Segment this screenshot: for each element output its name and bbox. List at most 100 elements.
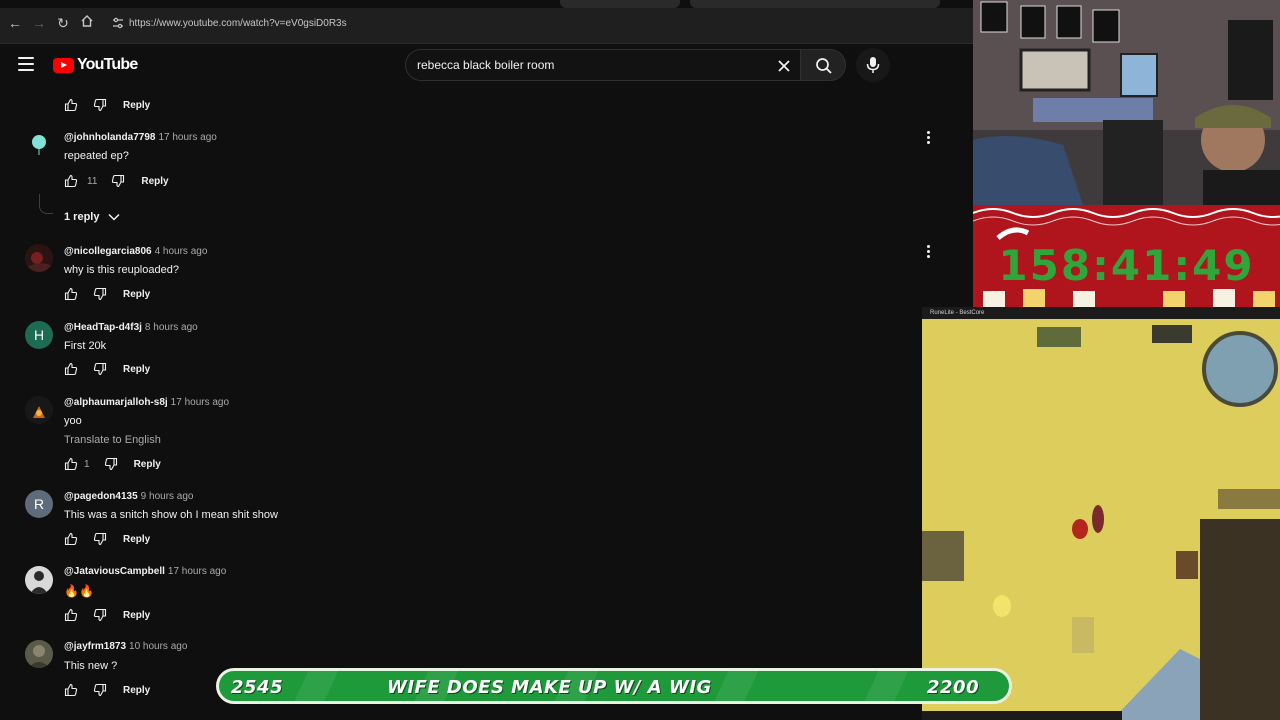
- forward-arrow-icon[interactable]: →: [30, 14, 48, 32]
- avatar[interactable]: H: [25, 321, 53, 349]
- like-icon[interactable]: [64, 683, 78, 697]
- comment-author[interactable]: @HeadTap-d4f3j: [64, 322, 142, 333]
- reply-button[interactable]: Reply: [123, 100, 150, 111]
- browser-toolbar: ← → ↻ https://www.youtube.com/watch?v=eV…: [0, 0, 975, 44]
- url-text: https://www.youtube.com/watch?v=eV0gsiD0…: [129, 18, 347, 29]
- voice-search-button[interactable]: [856, 48, 890, 82]
- comment-time[interactable]: 10 hours ago: [129, 641, 187, 652]
- comment-author[interactable]: @alphaumarjalloh-s8j: [64, 397, 168, 408]
- avatar[interactable]: [25, 244, 53, 272]
- screen: ← → ↻ https://www.youtube.com/watch?v=eV…: [0, 0, 1280, 720]
- comment-text: 🔥🔥: [64, 584, 94, 598]
- comment-header: @JataviousCampbell 17 hours ago: [64, 566, 226, 577]
- comment-header: @HeadTap-d4f3j 8 hours ago: [64, 322, 198, 333]
- reply-button[interactable]: Reply: [123, 289, 150, 300]
- tab-strip: [0, 0, 975, 8]
- like-count: 1: [84, 458, 90, 470]
- home-icon[interactable]: [78, 14, 96, 32]
- comment-time[interactable]: 17 hours ago: [171, 397, 229, 408]
- comment-time[interactable]: 17 hours ago: [168, 566, 226, 577]
- dislike-icon[interactable]: [93, 362, 107, 376]
- address-bar[interactable]: https://www.youtube.com/watch?v=eV0gsiD0…: [104, 13, 964, 37]
- comment-time[interactable]: 8 hours ago: [145, 322, 198, 333]
- reply-button[interactable]: Reply: [141, 176, 168, 187]
- back-arrow-icon[interactable]: ←: [6, 14, 24, 32]
- like-icon[interactable]: [64, 608, 78, 622]
- comment-text: First 20k: [64, 340, 107, 352]
- comment-time[interactable]: 9 hours ago: [141, 491, 194, 502]
- comment-actions: Reply: [64, 359, 150, 379]
- more-options-icon[interactable]: [925, 244, 931, 260]
- comment-author[interactable]: @johnholanda7798: [64, 132, 155, 143]
- search-button[interactable]: [800, 49, 846, 81]
- microphone-icon: [866, 57, 880, 73]
- dislike-icon[interactable]: [93, 608, 107, 622]
- comment-text: yoo: [64, 415, 82, 427]
- like-icon[interactable]: [64, 362, 78, 376]
- like-count: 11: [87, 175, 98, 187]
- more-options-icon[interactable]: [925, 130, 931, 146]
- reply-button[interactable]: Reply: [123, 534, 150, 545]
- comment-header: @johnholanda7798 17 hours ago: [64, 132, 217, 143]
- comment-actions: 1 Reply: [64, 454, 161, 474]
- youtube-logo[interactable]: YouTube: [53, 56, 138, 74]
- dislike-icon[interactable]: [93, 683, 107, 697]
- like-icon[interactable]: [64, 174, 78, 188]
- reply-button[interactable]: Reply: [123, 364, 150, 375]
- like-icon[interactable]: [64, 457, 78, 471]
- avatar[interactable]: [25, 396, 53, 424]
- thread-line: [39, 194, 53, 214]
- menu-icon[interactable]: [18, 57, 34, 71]
- avatar[interactable]: [25, 130, 53, 158]
- comment-time[interactable]: 17 hours ago: [158, 132, 216, 143]
- comment-time[interactable]: 4 hours ago: [155, 246, 208, 257]
- dislike-icon[interactable]: [93, 98, 107, 112]
- banner-goal-text: WIFE DOES MAKE UP W/ A WIG: [387, 677, 712, 698]
- like-icon[interactable]: [64, 287, 78, 301]
- comment-actions: Reply: [64, 529, 150, 549]
- search-input[interactable]: rebecca black boiler room: [405, 49, 800, 81]
- youtube-header: YouTube rebecca black boiler room: [0, 44, 960, 86]
- webcam-feed: [973, 0, 1280, 205]
- dislike-icon[interactable]: [93, 287, 107, 301]
- like-icon[interactable]: [64, 532, 78, 546]
- browser-tab[interactable]: [690, 0, 940, 8]
- view-replies-button[interactable]: 1 reply: [64, 211, 120, 223]
- avatar[interactable]: [25, 566, 53, 594]
- game-capture: RuneLite - BestCore: [922, 307, 1280, 720]
- dislike-icon[interactable]: [111, 174, 125, 188]
- site-settings-icon[interactable]: [110, 17, 126, 33]
- browser-tab[interactable]: [560, 0, 680, 8]
- comment-actions: Reply: [64, 95, 150, 115]
- comment-author[interactable]: @jayfrm1873: [64, 641, 126, 652]
- comment-author[interactable]: @pagedon4135: [64, 491, 138, 502]
- translate-link[interactable]: Translate to English: [64, 434, 161, 446]
- dislike-icon[interactable]: [104, 457, 118, 471]
- comment-text: This new ?: [64, 660, 118, 672]
- banner-left-count: 2545: [231, 677, 284, 698]
- comment-author[interactable]: @nicollegarcia806: [64, 246, 152, 257]
- comment-header: @pagedon4135 9 hours ago: [64, 491, 194, 502]
- subathon-timer: 158:41:49: [973, 205, 1280, 307]
- comment-actions: 11 Reply: [64, 171, 169, 191]
- chevron-down-icon: [108, 213, 120, 221]
- comment-text: why is this reuploaded?: [64, 264, 179, 276]
- reply-button[interactable]: Reply: [134, 459, 161, 470]
- avatar[interactable]: R: [25, 490, 53, 518]
- search-icon: [816, 58, 832, 74]
- comment-author[interactable]: @JataviousCampbell: [64, 566, 165, 577]
- comment-actions: Reply: [64, 605, 150, 625]
- like-icon[interactable]: [64, 98, 78, 112]
- replies-count: 1 reply: [64, 211, 100, 223]
- comment-text: repeated ep?: [64, 150, 129, 162]
- clear-search-icon[interactable]: [774, 56, 794, 76]
- youtube-play-icon: [53, 57, 74, 73]
- comment-header: @nicollegarcia806 4 hours ago: [64, 246, 207, 257]
- comment-actions: Reply: [64, 680, 150, 700]
- avatar[interactable]: [25, 640, 53, 668]
- reply-button[interactable]: Reply: [123, 610, 150, 621]
- reload-icon[interactable]: ↻: [54, 14, 72, 32]
- dislike-icon[interactable]: [93, 532, 107, 546]
- search-query: rebecca black boiler room: [417, 58, 555, 72]
- reply-button[interactable]: Reply: [123, 685, 150, 696]
